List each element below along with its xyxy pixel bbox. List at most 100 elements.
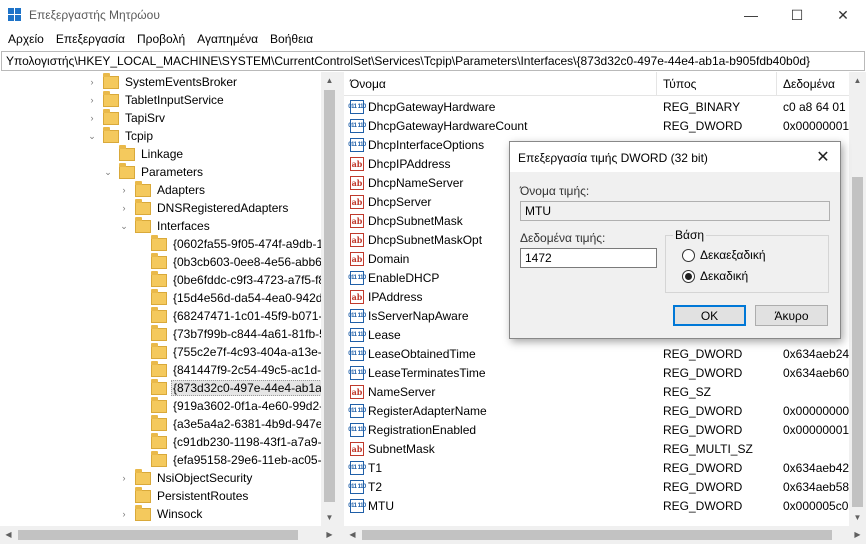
binary-value-icon: 011 110 (348, 498, 366, 513)
expand-chevron-icon[interactable]: › (87, 113, 97, 123)
list-item[interactable]: 011 110 RegisterAdapterName REG_DWORD 0x000… (344, 401, 849, 420)
tree-item[interactable]: › Winsock (119, 504, 204, 523)
column-data-header[interactable]: Δεδομένα (777, 72, 849, 96)
value-data: 0x000005c0 (783, 498, 849, 513)
list-item[interactable]: 011 110 DhcpGatewayHardware REG_BINARY c0 a… (344, 97, 849, 116)
folder-icon (103, 108, 119, 125)
list-item[interactable]: ab NameServer REG_SZ (344, 382, 849, 401)
list-item[interactable]: 011 110 LeaseTerminatesTime REG_DWORD 0x634… (344, 363, 849, 382)
tree-scroll-thumb[interactable] (324, 90, 335, 502)
scroll-down-arrow-icon[interactable]: ▼ (849, 509, 866, 526)
radio-hexadecimal[interactable]: Δεκαεξαδική (682, 248, 766, 262)
expand-chevron-icon[interactable]: › (119, 509, 129, 519)
binary-value-icon: 011 110 (348, 479, 366, 494)
value-data: 0x00000000 ( (783, 403, 849, 418)
list-item[interactable]: ab SubnetMask REG_MULTI_SZ (344, 439, 849, 458)
tree-item[interactable]: {873d32c0-497e-44e4-ab1a-b (135, 378, 335, 397)
value-type: REG_DWORD (663, 460, 743, 475)
binary-value-icon: 011 110 (348, 460, 366, 475)
collapse-chevron-icon[interactable]: ⌄ (87, 131, 97, 142)
column-name-header[interactable]: Όνομα (344, 72, 657, 96)
value-data-input[interactable]: 1472 (520, 248, 657, 268)
tree-item[interactable]: {0b3cb603-0ee8-4e56-abb6- (135, 252, 328, 271)
list-item[interactable]: 011 110 T2 REG_DWORD 0x634aeb58 (344, 477, 849, 496)
tree-hscroll-thumb[interactable] (18, 530, 298, 540)
menu-file[interactable]: Αρχείο (2, 30, 50, 51)
folder-icon (151, 288, 167, 305)
cancel-button[interactable]: Άκυρο (755, 305, 828, 326)
tree-horizontal-scrollbar[interactable]: ◀ ▶ (0, 526, 338, 544)
tree-item[interactable]: ⌄ Parameters (103, 162, 205, 181)
radio-button[interactable] (682, 269, 695, 283)
key-tree[interactable]: › SystemEventsBroker › TabletInputService › T… (0, 72, 338, 526)
column-type-header[interactable]: Τύπος (657, 72, 777, 96)
value-name: DhcpGatewayHardware (368, 99, 496, 114)
tree-item[interactable]: {755c2e7f-4c93-404a-a13e-d (135, 342, 330, 361)
radio-button[interactable] (682, 248, 695, 262)
tree-item-label: {0602fa55-9f05-474f-a9db-1f (173, 237, 327, 251)
scroll-left-arrow-icon[interactable]: ◀ (0, 526, 17, 543)
tree-item[interactable]: › SystemEventsBroker (87, 72, 239, 91)
collapse-chevron-icon[interactable]: ⌄ (119, 221, 129, 232)
tree-item[interactable]: {efa95158-29e6-11eb-ac05-8 (135, 450, 330, 469)
tree-item-label: {15d4e56d-da54-4ea0-942d-l (173, 291, 330, 305)
expand-chevron-icon[interactable]: › (119, 185, 129, 195)
scroll-up-arrow-icon[interactable]: ▲ (849, 72, 866, 89)
list-horizontal-scrollbar[interactable]: ◀ ▶ (344, 526, 866, 544)
menu-view[interactable]: Προβολή (131, 30, 191, 51)
list-item[interactable]: 011 110 DhcpGatewayHardwareCount REG_DWORD… (344, 116, 849, 135)
expand-chevron-icon[interactable]: › (119, 473, 129, 483)
expand-chevron-icon[interactable]: › (87, 77, 97, 87)
tree-item[interactable]: ⌄ Tcpip (87, 126, 155, 145)
list-item[interactable]: 011 110 LeaseObtainedTime REG_DWORD 0x634ae… (344, 344, 849, 363)
tree-item[interactable]: › TapiSrv (87, 108, 167, 127)
address-bar[interactable]: Υπολογιστής\HKEY_LOCAL_MACHINE\SYSTEM\Cu… (1, 51, 865, 71)
tree-item[interactable]: {c91db230-1198-43f1-a7a9-d (135, 432, 330, 451)
dialog-close-button[interactable]: ✕ (812, 146, 834, 168)
menu-edit[interactable]: Επεξεργασία (50, 30, 131, 51)
tree-item[interactable]: {841447f9-2c54-49c5-ac1d-2 (135, 360, 330, 379)
expand-chevron-icon[interactable]: › (87, 95, 97, 105)
tree-item[interactable]: ⌄ Interfaces (119, 216, 212, 235)
tree-item-label: {c91db230-1198-43f1-a7a9-d (173, 435, 329, 449)
scroll-left-arrow-icon[interactable]: ◀ (344, 526, 361, 543)
value-type: REG_DWORD (663, 479, 743, 494)
maximize-button[interactable]: ☐ (774, 0, 820, 30)
tree-item[interactable]: › DNSRegisteredAdapters (119, 198, 290, 217)
tree-item[interactable]: {a3e5a4a2-6381-4b9d-947e-1 (135, 414, 335, 433)
list-scroll-thumb[interactable] (852, 177, 863, 507)
tree-item[interactable]: {919a3602-0f1a-4e60-99d2-f (135, 396, 328, 415)
tree-item[interactable]: {68247471-1c01-45f9-b071-e (135, 306, 331, 325)
folder-icon (151, 360, 167, 377)
tree-item[interactable]: {0be6fddc-c9f3-4723-a7f5-f8 (135, 270, 327, 289)
folder-icon (151, 234, 167, 251)
minimize-button[interactable]: — (728, 0, 774, 30)
menu-help[interactable]: Βοήθεια (264, 30, 319, 51)
list-item[interactable]: 011 110 T1 REG_DWORD 0x634aeb42 (344, 458, 849, 477)
scroll-down-arrow-icon[interactable]: ▼ (321, 509, 338, 526)
ok-button[interactable]: ΟΚ (673, 305, 746, 326)
tree-item[interactable]: {15d4e56d-da54-4ea0-942d-l (135, 288, 331, 307)
menu-favorites[interactable]: Αγαπημένα (191, 30, 264, 51)
base-group-label: Βάση (673, 228, 707, 242)
tree-item[interactable]: {0602fa55-9f05-474f-a9db-1f (135, 234, 328, 253)
list-hscroll-thumb[interactable] (362, 530, 832, 540)
binary-value-icon: 011 110 (348, 137, 366, 152)
scroll-up-arrow-icon[interactable]: ▲ (321, 72, 338, 89)
tree-item[interactable]: {73b7f99b-c844-4a61-81fb-5 (135, 324, 328, 343)
list-vertical-scrollbar[interactable]: ▲ ▼ (849, 72, 866, 526)
tree-item[interactable]: › NsiObjectSecurity (119, 468, 254, 487)
scroll-right-arrow-icon[interactable]: ▶ (321, 526, 338, 543)
tree-item[interactable]: › TabletInputService (87, 90, 226, 109)
tree-item[interactable]: › Adapters (119, 180, 207, 199)
tree-vertical-scrollbar[interactable]: ▲ ▼ (321, 72, 338, 526)
list-item[interactable]: 011 110 RegistrationEnabled REG_DWORD 0x000… (344, 420, 849, 439)
tree-item[interactable]: Linkage (103, 144, 185, 163)
radio-decimal[interactable]: Δεκαδική (682, 269, 748, 283)
list-item[interactable]: 011 110 MTU REG_DWORD 0x000005c0 (344, 496, 849, 515)
expand-chevron-icon[interactable]: › (119, 203, 129, 213)
close-button[interactable]: ✕ (820, 0, 866, 30)
scroll-right-arrow-icon[interactable]: ▶ (849, 526, 866, 543)
tree-item[interactable]: PersistentRoutes (119, 486, 250, 505)
collapse-chevron-icon[interactable]: ⌄ (103, 167, 113, 178)
